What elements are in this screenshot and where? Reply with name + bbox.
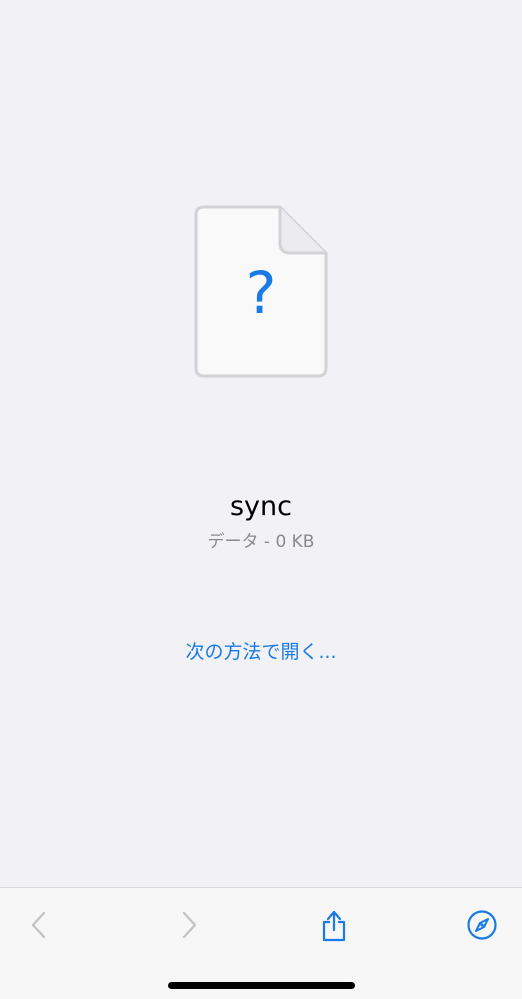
share-button[interactable] [311,902,357,948]
forward-button[interactable] [166,902,212,948]
chevron-left-icon [31,911,46,939]
compass-icon [467,910,497,940]
file-preview-screen: ? sync データ - 0 KB 次の方法で開く... [0,0,522,999]
back-button[interactable] [16,902,62,948]
home-indicator[interactable] [168,982,355,989]
share-icon [322,910,346,942]
open-in-safari-button[interactable] [459,902,505,948]
file-meta: データ - 0 KB [207,532,315,552]
file-name: sync [229,491,292,522]
chevron-right-icon [182,911,197,939]
unknown-file-icon: ? [194,205,328,378]
question-mark-icon: ? [246,259,277,327]
open-with-button[interactable]: 次の方法で開く... [0,638,522,666]
